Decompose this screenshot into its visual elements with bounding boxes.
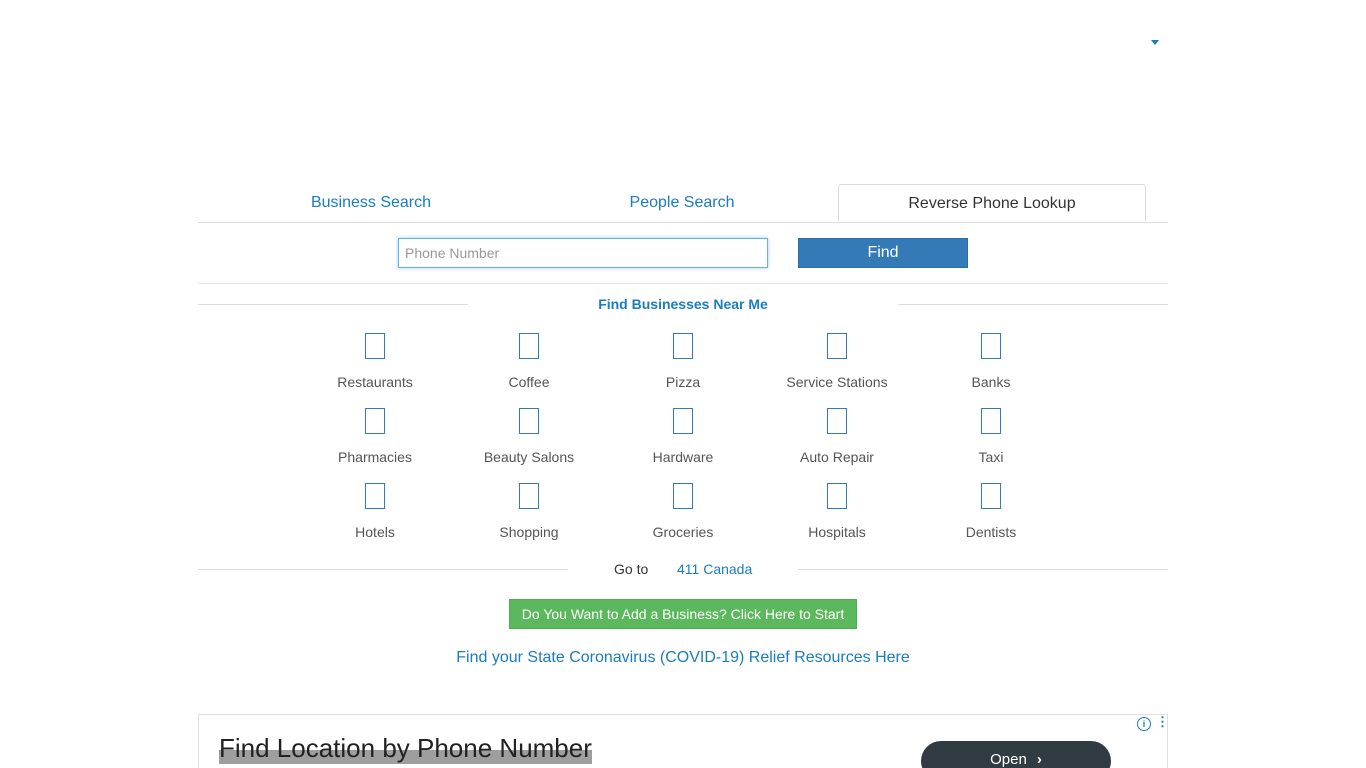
category-auto-repair[interactable]: Auto Repair: [767, 408, 907, 465]
goto-411-canada-link[interactable]: 411 Canada: [677, 561, 752, 577]
tab-reverse-phone-lookup[interactable]: Reverse Phone Lookup: [838, 184, 1146, 222]
category-label: Shopping: [499, 524, 559, 540]
category-taxi[interactable]: Taxi: [921, 408, 1061, 465]
page: Business Search People Search Reverse Ph…: [0, 0, 1366, 768]
category-pizza[interactable]: Pizza: [613, 333, 753, 390]
category-coffee[interactable]: Coffee: [459, 333, 599, 390]
goto-label: Go to: [614, 561, 649, 577]
category-pharmacies[interactable]: Pharmacies: [305, 408, 445, 465]
divider-right: [898, 304, 1168, 305]
category-checkbox[interactable]: [365, 408, 385, 434]
category-restaurants[interactable]: Restaurants: [305, 333, 445, 390]
tab-people-search[interactable]: People Search: [527, 184, 837, 222]
category-checkbox[interactable]: [673, 483, 693, 509]
category-label: Hardware: [652, 449, 714, 465]
near-me-title: Find Businesses Near Me: [598, 296, 768, 312]
category-banks[interactable]: Banks: [921, 333, 1061, 390]
category-checkbox[interactable]: [519, 408, 539, 434]
search-row: Find: [198, 223, 1168, 284]
chevron-right-icon: ›: [1036, 751, 1042, 768]
category-label: Taxi: [978, 449, 1004, 465]
category-beauty-salons[interactable]: Beauty Salons: [459, 408, 599, 465]
category-label: Coffee: [508, 374, 550, 390]
category-checkbox[interactable]: [673, 333, 693, 359]
category-checkbox[interactable]: [827, 483, 847, 509]
ad-open-button[interactable]: Open ›: [921, 741, 1111, 768]
covid-relief-link[interactable]: Find your State Coronavirus (COVID-19) R…: [198, 649, 1168, 667]
ad-banner[interactable]: Find Location by Phone Number Open › i ⋮: [198, 714, 1168, 768]
category-checkbox[interactable]: [365, 333, 385, 359]
divider-right-goto: [798, 569, 1168, 570]
category-label: Groceries: [652, 524, 714, 540]
ad-title[interactable]: Find Location by Phone Number: [219, 733, 592, 764]
category-label: Dentists: [965, 524, 1017, 540]
ad-open-label: Open: [990, 751, 1027, 768]
category-checkbox[interactable]: [827, 333, 847, 359]
category-label: Pharmacies: [338, 449, 412, 465]
category-groceries[interactable]: Groceries: [613, 483, 753, 540]
category-dentists[interactable]: Dentists: [921, 483, 1061, 540]
tab-business-search[interactable]: Business Search: [198, 184, 544, 222]
category-label: Banks: [971, 374, 1011, 390]
dropdown-caret-icon[interactable]: [1151, 40, 1159, 45]
category-hardware[interactable]: Hardware: [613, 408, 753, 465]
category-service-stations[interactable]: Service Stations: [767, 333, 907, 390]
category-checkbox[interactable]: [519, 483, 539, 509]
ad-info-icon[interactable]: i: [1137, 717, 1151, 731]
category-label: Service Stations: [786, 374, 888, 390]
find-button[interactable]: Find: [798, 238, 968, 268]
category-label: Hotels: [355, 524, 395, 540]
category-label: Hospitals: [808, 524, 866, 540]
category-label: Restaurants: [337, 374, 413, 390]
phone-number-input[interactable]: [398, 238, 768, 268]
category-label: Beauty Salons: [483, 449, 575, 465]
category-checkbox[interactable]: [673, 408, 693, 434]
category-checkbox[interactable]: [519, 333, 539, 359]
add-business-button[interactable]: Do You Want to Add a Business? Click Her…: [509, 599, 857, 629]
category-checkbox[interactable]: [827, 408, 847, 434]
category-shopping[interactable]: Shopping: [459, 483, 599, 540]
ad-menu-icon[interactable]: ⋮: [1156, 715, 1167, 729]
category-checkbox[interactable]: [365, 483, 385, 509]
search-tabs: Business Search People Search Reverse Ph…: [198, 184, 1168, 223]
category-checkbox[interactable]: [981, 408, 1001, 434]
category-checkbox[interactable]: [981, 483, 1001, 509]
category-hospitals[interactable]: Hospitals: [767, 483, 907, 540]
category-label: Auto Repair: [800, 449, 874, 465]
divider-left-goto: [198, 569, 568, 570]
category-checkbox[interactable]: [981, 333, 1001, 359]
category-label: Pizza: [665, 374, 701, 390]
category-hotels[interactable]: Hotels: [305, 483, 445, 540]
divider-left: [198, 304, 468, 305]
